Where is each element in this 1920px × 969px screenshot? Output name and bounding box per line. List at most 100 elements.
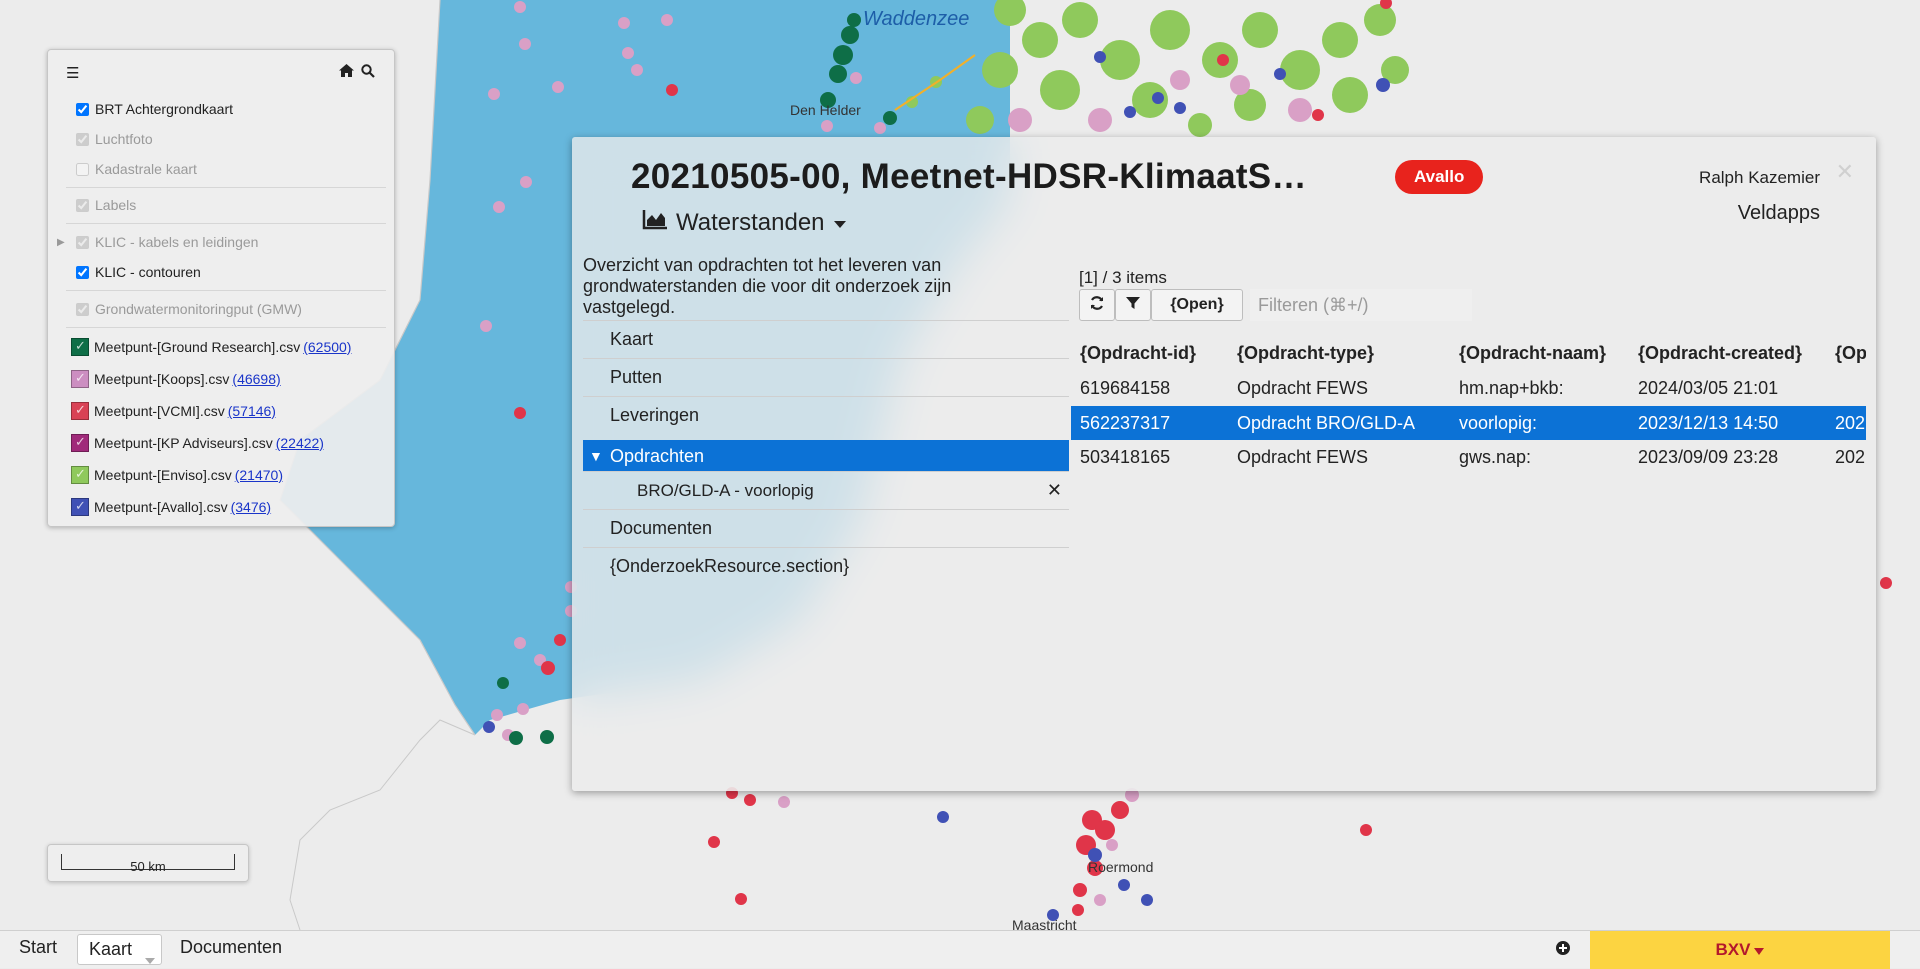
meetpunt-count-link[interactable]: (21470)	[235, 467, 283, 483]
layer-labels-checkbox[interactable]	[76, 198, 89, 212]
layer-labels[interactable]: Labels	[48, 191, 394, 219]
column-header[interactable]: {Opdracht-type}	[1237, 343, 1374, 364]
layer-label: Luchtfoto	[95, 131, 153, 147]
column-header[interactable]: {Opdracht-created}	[1638, 343, 1802, 364]
cell-naam: hm.nap+bkb:	[1459, 377, 1564, 398]
nav-opdracht-item[interactable]: BRO/GLD-A - voorlopig ✕	[583, 471, 1069, 509]
layer-kadastraal[interactable]: Kadastrale kaart	[48, 155, 394, 183]
search-icon[interactable]	[361, 64, 375, 82]
meetpunt-ground-research[interactable]: Meetpunt-[Ground Research].csv (62500)	[71, 333, 394, 361]
map-scale: 50 km	[47, 844, 249, 882]
nav-label: Documenten	[610, 518, 713, 538]
caret-down-icon	[1754, 940, 1765, 960]
color-swatch[interactable]	[71, 434, 89, 452]
layer-label: Grondwatermonitoringput (GMW)	[95, 301, 302, 317]
nav-leveringen[interactable]: Leveringen	[583, 396, 1069, 434]
table-row-selected[interactable]: 562237317 Opdracht BRO/GLD-A voorlopig: …	[1071, 406, 1866, 440]
nav-putten[interactable]: Putten	[583, 358, 1069, 396]
tab-label: Kaart	[89, 939, 133, 959]
color-swatch[interactable]	[71, 338, 89, 356]
view-selector[interactable]: Waterstanden	[642, 208, 847, 237]
hamburger-icon[interactable]: ☰	[66, 64, 79, 82]
nav-label: Kaart	[610, 329, 654, 349]
layer-luchtfoto-checkbox[interactable]	[76, 132, 89, 146]
svg-text:Maastricht: Maastricht	[1012, 917, 1077, 930]
table-row[interactable]: 619684158 Opdracht FEWS hm.nap+bkb: 2024…	[1071, 371, 1866, 405]
nav-documenten[interactable]: Documenten	[583, 509, 1069, 547]
meetpunt-kp-adviseurs[interactable]: Meetpunt-[KP Adviseurs].csv (22422)	[71, 429, 394, 457]
meetpunt-label: Meetpunt-[KP Adviseurs].csv	[94, 435, 273, 451]
item-count: [1] / 3 items	[1079, 268, 1167, 287]
app-name: Veldapps	[1737, 202, 1820, 224]
plus-circle-icon[interactable]	[1555, 940, 1571, 960]
nav-section[interactable]: {OnderzoekResource.section}	[583, 547, 1069, 585]
cell-created: 2023/12/13 14:50	[1638, 412, 1779, 433]
layer-brt-checkbox[interactable]	[76, 102, 89, 116]
layer-klic-contouren-checkbox[interactable]	[76, 265, 89, 279]
layer-klic-kabels-checkbox[interactable]	[76, 235, 89, 249]
tab-documenten[interactable]: Documenten	[180, 937, 282, 958]
column-header[interactable]: {Op	[1835, 343, 1866, 364]
meetpunt-avallo[interactable]: Meetpunt-[Avallo].csv (3476)	[71, 493, 394, 521]
refresh-button[interactable]	[1079, 289, 1115, 321]
tab-kaart[interactable]: Kaart	[77, 934, 162, 965]
open-button[interactable]: {Open}	[1151, 289, 1243, 321]
color-swatch[interactable]	[71, 498, 89, 516]
nav-opdrachten[interactable]: ▼ Opdrachten	[583, 440, 1069, 471]
meetpunt-label: Meetpunt-[Koops].csv	[94, 371, 230, 387]
bxv-menu[interactable]: BXV	[1590, 931, 1890, 969]
meetpunt-count-link[interactable]: (62500)	[303, 339, 351, 355]
close-icon[interactable]: ✕	[1836, 159, 1854, 185]
layer-brt[interactable]: BRT Achtergrondkaart	[48, 95, 394, 123]
tab-start[interactable]: Start	[19, 937, 57, 958]
meetpunt-label: Meetpunt-[Avallo].csv	[94, 499, 228, 515]
layer-kadastraal-checkbox[interactable]	[76, 162, 89, 176]
filter-button[interactable]	[1115, 289, 1151, 321]
cell-id: 503418165	[1080, 446, 1171, 467]
layer-panel: ☰ BRT Achtergrondkaart Luchtfoto Kadastr…	[47, 49, 395, 527]
layer-klic-kabels[interactable]: ▶ KLIC - kabels en leidingen	[48, 228, 394, 256]
home-icon[interactable]	[339, 64, 354, 81]
table-row[interactable]: 503418165 Opdracht FEWS gws.nap: 2023/09…	[1071, 440, 1866, 474]
filter-input[interactable]	[1250, 289, 1472, 321]
meetpunt-vcmi[interactable]: Meetpunt-[VCMI].csv (57146)	[71, 397, 394, 425]
filter-icon	[1126, 296, 1140, 315]
caret-down-icon	[145, 948, 155, 969]
user-name: Ralph Kazemier	[1699, 168, 1820, 187]
svg-text:Roermond: Roermond	[1088, 859, 1153, 875]
cell-id: 562237317	[1080, 412, 1171, 433]
meetpunt-count-link[interactable]: (46698)	[232, 371, 280, 387]
column-header[interactable]: {Opdracht-naam}	[1459, 343, 1606, 364]
layer-label: BRT Achtergrondkaart	[95, 101, 234, 117]
meetpunt-enviso[interactable]: Meetpunt-[Enviso].csv (21470)	[71, 461, 394, 489]
company-badge[interactable]: Avallo	[1395, 160, 1484, 194]
column-header[interactable]: {Opdracht-id}	[1080, 343, 1196, 364]
refresh-icon	[1089, 295, 1105, 316]
nav-label: {OnderzoekResource.section}	[610, 556, 850, 576]
layer-luchtfoto[interactable]: Luchtfoto	[48, 125, 394, 153]
close-icon[interactable]: ✕	[1047, 480, 1062, 501]
expand-icon[interactable]: ▶	[57, 237, 65, 248]
layer-gmw[interactable]: Grondwatermonitoringput (GMW)	[48, 295, 394, 323]
nav-label: Putten	[610, 367, 663, 387]
color-swatch[interactable]	[71, 402, 89, 420]
nav-kaart[interactable]: Kaart	[583, 320, 1069, 358]
meetpunt-count-link[interactable]: (3476)	[231, 499, 271, 515]
area-chart-icon	[642, 208, 668, 237]
cell-naam: gws.nap:	[1459, 446, 1532, 467]
cell-id: 619684158	[1080, 377, 1171, 398]
layer-gmw-checkbox[interactable]	[76, 302, 89, 316]
cell-created: 2024/03/05 21:01	[1638, 377, 1779, 398]
caret-down-icon: ▼	[589, 448, 603, 464]
color-swatch[interactable]	[71, 370, 89, 388]
color-swatch[interactable]	[71, 466, 89, 484]
divider	[66, 290, 386, 291]
cell-extra: 202	[1835, 412, 1866, 433]
divider	[66, 223, 386, 224]
meetpunt-count-link[interactable]: (22422)	[276, 435, 324, 451]
meetpunt-label: Meetpunt-[VCMI].csv	[94, 403, 225, 419]
meetpunt-koops[interactable]: Meetpunt-[Koops].csv (46698)	[71, 365, 394, 393]
layer-klic-contouren[interactable]: KLIC - contouren	[48, 258, 394, 286]
meetpunt-count-link[interactable]: (57146)	[228, 403, 276, 419]
meetpunt-label: Meetpunt-[Enviso].csv	[94, 467, 232, 483]
